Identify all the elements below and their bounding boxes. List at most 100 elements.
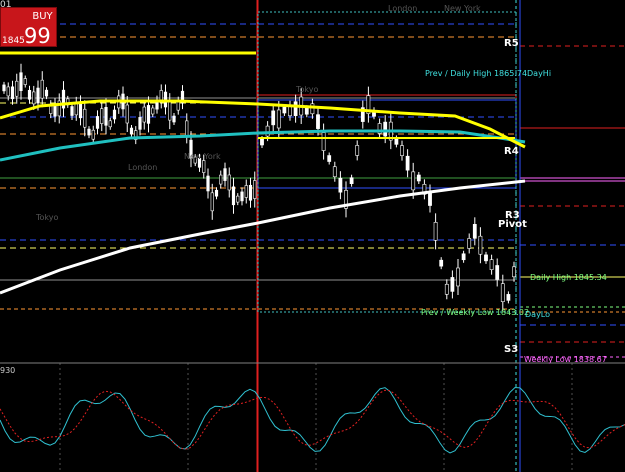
buy-button[interactable]: BUY [29, 9, 56, 24]
candle-body [484, 254, 488, 262]
session-london-label: London [388, 4, 418, 13]
candle-body [405, 155, 410, 171]
candlesticks [2, 63, 516, 311]
session-newyork-label-2: New York [184, 152, 221, 161]
candle-body [70, 106, 74, 116]
moving-average-white [0, 179, 526, 295]
candle-body [338, 177, 343, 193]
candle-body [461, 253, 466, 261]
candle-body [383, 121, 388, 137]
session-box-cyan [257, 11, 517, 313]
one-click-trade-panel[interactable]: BUY 1845 99 [0, 7, 57, 47]
candle-body [27, 89, 32, 100]
candle-body [236, 195, 240, 203]
candle-body [202, 160, 206, 173]
candle-body [19, 72, 23, 91]
candle-body [142, 106, 146, 123]
candle-body [506, 294, 511, 301]
candle-body [321, 132, 326, 151]
pivot-r5-label: R5 [504, 38, 519, 49]
candle-body [210, 192, 214, 212]
candle-body [456, 267, 460, 287]
weekly-low-label: Weekly Low 1838.67 [524, 355, 607, 364]
candle-body [78, 102, 83, 119]
candle-body [355, 145, 360, 156]
daily-high-label: Daily High 1845.34 [530, 273, 607, 282]
price-small: 1845 [2, 36, 25, 46]
day-lo-label: DayLo [525, 310, 551, 319]
candle-body [91, 129, 95, 140]
candle-body [304, 107, 309, 115]
pivot-s3-label: S3 [504, 344, 519, 355]
pivot-r4-label: R4 [504, 146, 519, 157]
session-tokyo-label-2: Tokyo [296, 85, 319, 94]
candle-body [108, 120, 112, 128]
candle-body [32, 91, 36, 105]
candle-body [172, 115, 176, 123]
oscillator-signal-line [0, 389, 625, 450]
candle-body [394, 138, 399, 145]
candle-body [23, 78, 27, 85]
candle-body [450, 277, 455, 292]
candle-body [146, 105, 151, 124]
candle-body [36, 87, 40, 104]
candle-body [265, 125, 270, 137]
oscillator-value-label: 930 [0, 366, 16, 375]
candle-body [276, 109, 281, 129]
candle-body [185, 120, 189, 137]
candle-body [87, 128, 91, 136]
candle-body [500, 283, 505, 302]
candle-body [6, 86, 10, 97]
candle-body [104, 107, 108, 126]
candle-body [83, 108, 87, 128]
candle-body [327, 155, 332, 162]
candle-body [439, 259, 444, 267]
session-london-label-2: London [128, 163, 158, 172]
candle-body [248, 184, 253, 201]
candle-body [168, 101, 172, 121]
candle-body [512, 266, 516, 278]
candle-body [151, 107, 155, 115]
session-newyork-label: New York [444, 4, 481, 13]
candle-body [112, 109, 117, 120]
candle-body [138, 117, 142, 130]
pivot-label: Pivot [498, 219, 527, 230]
candle-body [125, 104, 129, 124]
candle-body [244, 185, 248, 198]
candle-body [260, 138, 264, 146]
prev-daily-high-label: Prev / Daily High 1865.74 [425, 69, 528, 78]
candle-body [100, 108, 104, 124]
candle-body [206, 175, 210, 192]
candle-body [332, 166, 337, 178]
candle-body [478, 235, 483, 255]
session-tokyo-label: Tokyo [36, 213, 59, 222]
candle-body [411, 171, 416, 191]
candle-body [472, 224, 477, 239]
candle-body [231, 186, 236, 206]
candle-body [74, 102, 78, 116]
candle-body [10, 86, 15, 100]
candle-body [467, 238, 472, 249]
candle-body [253, 180, 257, 199]
candle-body [15, 80, 19, 97]
candle-body [240, 191, 244, 202]
candle-body [433, 222, 438, 241]
candle-body [495, 265, 500, 280]
candle-body [400, 145, 404, 156]
candle-body [444, 283, 449, 295]
candle-body [316, 114, 320, 129]
oscillator-main-line [0, 387, 625, 454]
candle-body [95, 116, 100, 129]
candle-body [214, 189, 219, 197]
candle-body [310, 103, 315, 115]
prev-weekly-low-label: Prev / Weekly Low 1843.02 [421, 308, 530, 317]
candle-body [129, 127, 134, 135]
candle-body [223, 168, 227, 181]
candle-body [489, 259, 494, 270]
candle-body [2, 84, 6, 92]
day-hi-label: DayHi [527, 69, 552, 78]
candle-body [227, 174, 231, 191]
candle-body [282, 106, 287, 114]
candle-body [271, 110, 276, 126]
candle-body [44, 89, 49, 97]
